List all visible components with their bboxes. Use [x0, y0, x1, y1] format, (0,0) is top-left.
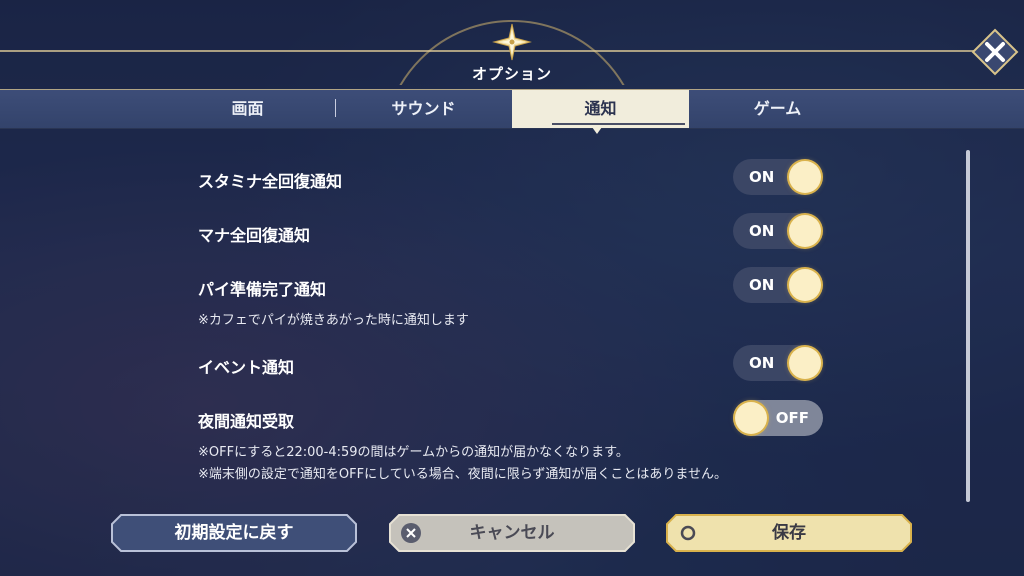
setting-note-night-2: ※端末側の設定で通知をOFFにしている場合、夜間に限らず通知が届くことはありませ…	[198, 467, 728, 482]
toggle-knob	[789, 269, 821, 301]
setting-label-pie: パイ準備完了通知	[198, 280, 327, 299]
toggle-state: ON	[749, 222, 775, 240]
toggle-knob	[789, 215, 821, 247]
close-button[interactable]	[971, 28, 1019, 76]
setting-label-night: 夜間通知受取	[198, 412, 295, 431]
toggle-state: OFF	[775, 409, 809, 427]
setting-note-pie: ※カフェでパイが焼きあがった時に通知します	[198, 313, 469, 328]
toggle-state: ON	[749, 276, 775, 294]
tab-divider	[335, 99, 336, 117]
setting-label-event: イベント通知	[198, 358, 295, 377]
toggle-knob	[735, 402, 767, 434]
reset-defaults-label: 初期設定に戻す	[174, 523, 294, 543]
event-notify-toggle[interactable]: ON	[733, 345, 823, 381]
header-line	[0, 50, 980, 52]
compass-star-icon	[492, 23, 532, 61]
toggle-knob	[789, 161, 821, 193]
cancel-button[interactable]: キャンセル	[389, 514, 635, 552]
night-notify-toggle[interactable]: OFF	[733, 400, 823, 436]
stamina-notify-toggle[interactable]: ON	[733, 159, 823, 195]
toggle-state: ON	[749, 354, 775, 372]
tab-bar: 画面 サウンド 通知 ゲーム	[0, 89, 1024, 129]
tab-screen[interactable]: 画面	[160, 90, 335, 128]
active-tab-pointer	[592, 127, 602, 134]
tab-sound[interactable]: サウンド	[336, 90, 511, 128]
toggle-knob	[789, 347, 821, 379]
setting-label-mana: マナ全回復通知	[198, 226, 311, 245]
dialog-title: オプション	[471, 65, 552, 83]
pie-notify-toggle[interactable]: ON	[733, 267, 823, 303]
setting-note-night-1: ※OFFにすると22:00-4:59の間はゲームからの通知が届かなくなります。	[198, 445, 629, 460]
tab-notification[interactable]: 通知	[512, 90, 689, 128]
tab-game[interactable]: ゲーム	[690, 90, 865, 128]
toggle-state: ON	[749, 168, 775, 186]
scrollbar[interactable]	[966, 150, 970, 502]
game-background	[0, 0, 1024, 576]
reset-defaults-button[interactable]: 初期設定に戻す	[111, 514, 357, 552]
save-label: 保存	[772, 523, 806, 543]
mana-notify-toggle[interactable]: ON	[733, 213, 823, 249]
setting-label-stamina: スタミナ全回復通知	[198, 172, 343, 191]
cancel-label: キャンセル	[469, 523, 555, 543]
save-button[interactable]: 保存	[666, 514, 912, 552]
